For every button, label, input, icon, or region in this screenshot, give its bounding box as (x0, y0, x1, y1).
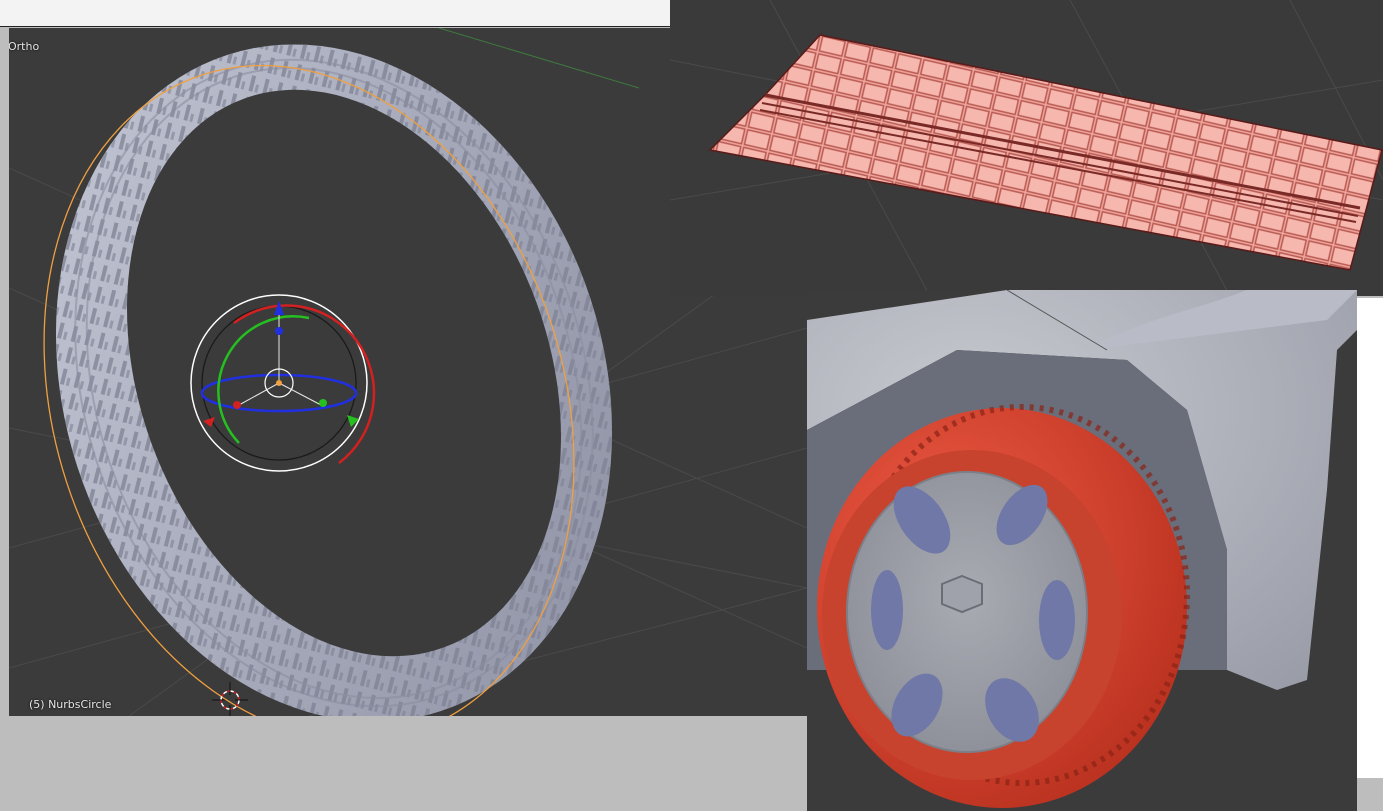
grey-tire-mesh[interactable] (9, 28, 697, 716)
y-axis-line (438, 28, 640, 89)
right-edge-strip (1357, 298, 1383, 778)
view-mode-label: Ortho (9, 40, 40, 53)
hub-nut-icon (941, 574, 983, 614)
pink-tread-mesh[interactable] (708, 34, 1383, 271)
active-object-label: (5) NurbsCircle (29, 698, 112, 711)
wheel-viewport-canvas (807, 290, 1357, 808)
tread-strip-viewport[interactable] (670, 0, 1383, 296)
wheel-render-viewport[interactable] (807, 290, 1357, 811)
top-header-strip (0, 0, 670, 27)
wheel-rim[interactable] (846, 471, 1088, 753)
tread-viewport-canvas (670, 0, 1383, 296)
3d-cursor-icon (212, 682, 248, 716)
